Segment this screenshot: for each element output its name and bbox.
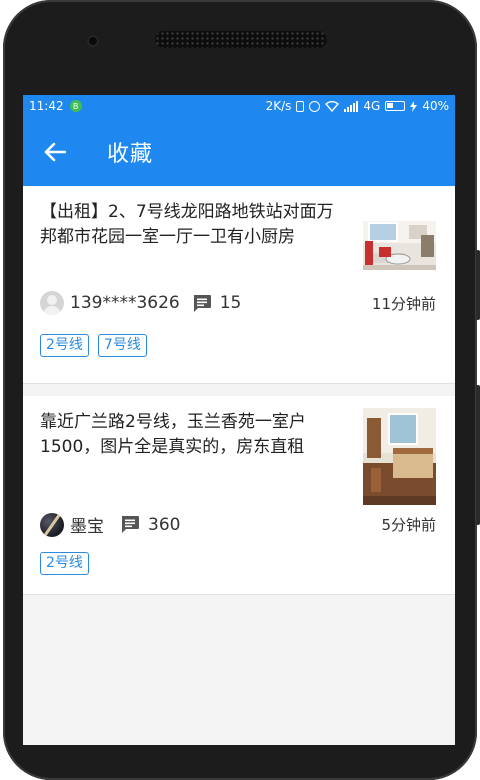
arrow-left-icon xyxy=(44,142,66,161)
listing-user[interactable]: 墨宝 xyxy=(70,512,104,537)
comment-count: 15 xyxy=(219,293,242,313)
earpiece-speaker xyxy=(155,31,327,48)
posted-time: 5分钟前 xyxy=(381,516,436,534)
network-type: 4G xyxy=(363,99,381,113)
tag-list: 2号线 7号线 xyxy=(40,334,147,357)
status-indicators: 2K/s 4G 40% xyxy=(266,99,449,113)
listing-thumbnail xyxy=(363,221,436,270)
line-tag[interactable]: 7号线 xyxy=(97,334,147,357)
listing-title: 【出租】2、7号线龙阳路地铁站对面万邦都市花园一室一厅一卫有小厨房 xyxy=(40,202,334,247)
listing-user[interactable]: 139****3626 xyxy=(70,293,180,313)
network-speed: 2K/s xyxy=(265,99,292,113)
wifi-icon xyxy=(325,100,340,112)
posted-time: 11分钟前 xyxy=(371,294,436,313)
comment-count: 360 xyxy=(148,514,181,535)
comment-icon xyxy=(192,294,212,313)
signal-icon xyxy=(344,100,359,112)
app-bar: 收藏 xyxy=(23,117,455,186)
back-button[interactable] xyxy=(23,117,87,186)
comment-icon xyxy=(120,515,140,534)
vibrate-icon xyxy=(296,100,305,112)
battery-icon xyxy=(385,101,406,111)
listing-meta: 墨宝 360 5分钟前 xyxy=(40,512,436,537)
charging-icon xyxy=(410,100,418,112)
listing-card[interactable]: 【出租】2、7号线龙阳路地铁站对面万邦都市花园一室一厅一卫有小厨房 139***… xyxy=(23,186,455,384)
front-camera xyxy=(87,35,99,47)
status-bar: 11:42 B 2K/s 4G 40% xyxy=(23,95,455,117)
notification-app-icon: B xyxy=(69,100,82,112)
volume-button xyxy=(476,250,480,320)
listing-title: 靠近广兰路2号线，玉兰香苑一室户1500，图片全是真实的，房东直租 xyxy=(40,412,306,457)
tag-list: 2号线 xyxy=(40,552,89,575)
power-button xyxy=(476,385,480,525)
listing-thumbnail xyxy=(363,408,436,505)
status-time: 11:42 xyxy=(29,99,64,113)
alarm-icon xyxy=(309,100,321,112)
app-screen: 11:42 B 2K/s 4G 40% 收藏 【出租】2、7号线龙阳路地铁站对面… xyxy=(23,95,455,745)
line-tag[interactable]: 2号线 xyxy=(40,334,89,357)
user-avatar[interactable] xyxy=(40,512,64,537)
page-title: 收藏 xyxy=(107,141,154,167)
listing-meta: 139****3626 15 11分钟前 xyxy=(40,291,436,315)
listing-card[interactable]: 靠近广兰路2号线，玉兰香苑一室户1500，图片全是真实的，房东直租 墨宝 360… xyxy=(23,396,455,595)
line-tag[interactable]: 2号线 xyxy=(40,552,89,575)
battery-percent: 40% xyxy=(422,99,449,113)
user-avatar[interactable] xyxy=(40,291,64,315)
